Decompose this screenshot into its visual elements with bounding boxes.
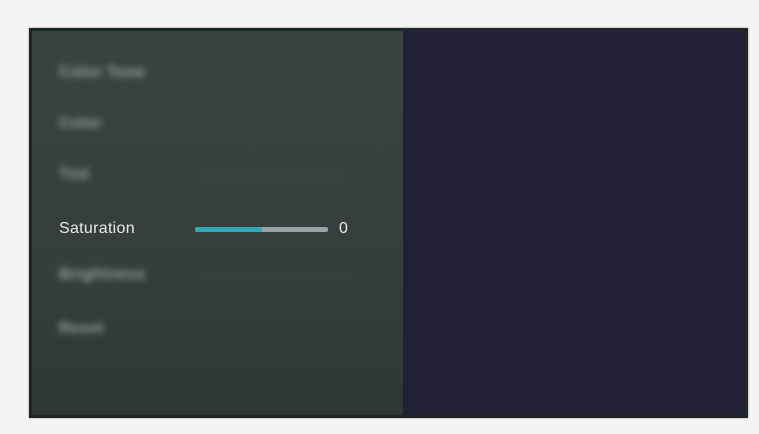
tv-screen: Color Tone Color Tint Saturation 0 Brigh… [29, 28, 748, 418]
menu-item-reset[interactable]: Reset [59, 316, 104, 342]
menu-item-saturation[interactable]: Saturation 0 [59, 216, 399, 242]
saturation-value: 0 [339, 220, 348, 237]
menu-item-color-tone[interactable]: Color Tone [59, 60, 145, 86]
saturation-label: Saturation [59, 220, 135, 237]
menu-item-label: Tint [59, 166, 90, 183]
saturation-slider[interactable] [195, 227, 328, 232]
menu-item-label: Reset [59, 320, 105, 337]
tint-slider-track [199, 174, 349, 177]
menu-item-brightness[interactable]: Brightness [59, 262, 349, 288]
video-preview-area [403, 31, 743, 415]
picture-settings-menu: Color Tone Color Tint Saturation 0 Brigh… [32, 31, 403, 415]
menu-item-tint[interactable]: Tint [59, 162, 349, 188]
menu-item-label: Color [59, 115, 103, 132]
brightness-slider-track [199, 274, 349, 277]
menu-item-label: Color Tone [59, 64, 146, 81]
menu-item-color[interactable]: Color [59, 111, 102, 137]
saturation-slider-fill [195, 227, 262, 232]
menu-item-label: Brightness [59, 266, 146, 283]
